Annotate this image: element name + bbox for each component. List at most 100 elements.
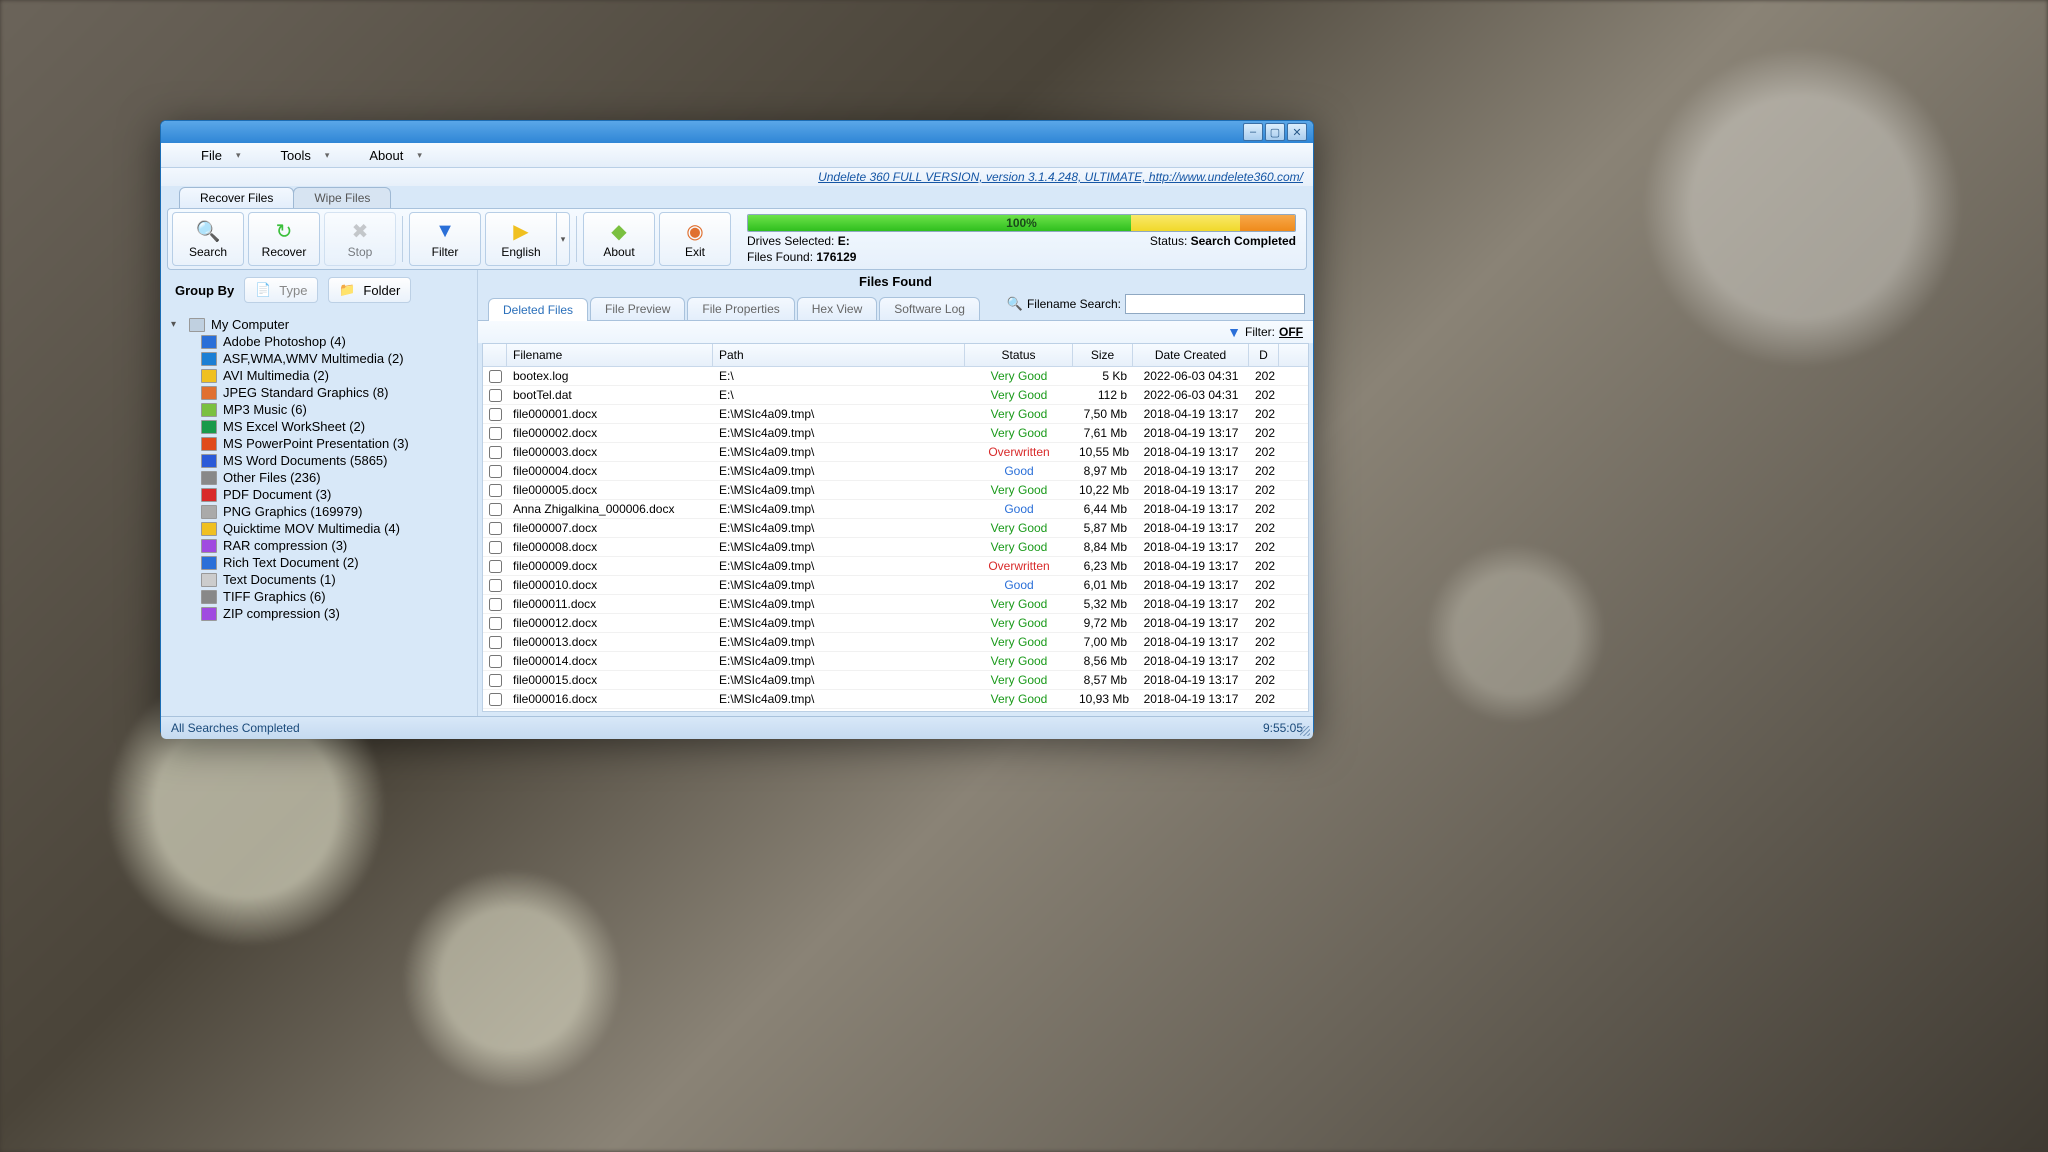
titlebar[interactable]: – ▢ ✕ — [161, 121, 1313, 143]
tree-item[interactable]: ZIP compression (3) — [201, 605, 473, 622]
cell-size: 5,87 Mb — [1073, 521, 1133, 535]
tab-hex-view[interactable]: Hex View — [797, 297, 877, 320]
cell-size: 10,55 Mb — [1073, 445, 1133, 459]
row-checkbox[interactable] — [489, 541, 502, 554]
row-checkbox[interactable] — [489, 560, 502, 573]
cell-d: 202 — [1249, 407, 1279, 421]
table-row[interactable]: file000014.docxE:\MSIc4a09.tmp\Very Good… — [483, 652, 1308, 671]
table-row[interactable]: file000016.docxE:\MSIc4a09.tmp\Very Good… — [483, 690, 1308, 709]
menu-tools[interactable]: Tools ▾ — [280, 148, 329, 163]
tab-wipe-files[interactable]: Wipe Files — [293, 187, 391, 208]
table-row[interactable]: bootTel.datE:\Very Good112 b2022-06-03 0… — [483, 386, 1308, 405]
tree-item[interactable]: TIFF Graphics (6) — [201, 588, 473, 605]
table-row[interactable]: file000015.docxE:\MSIc4a09.tmp\Very Good… — [483, 671, 1308, 690]
col-filename[interactable]: Filename — [507, 344, 713, 366]
row-checkbox[interactable] — [489, 408, 502, 421]
search-button[interactable]: 🔍 Search — [172, 212, 244, 266]
tree-item[interactable]: ASF,WMA,WMV Multimedia (2) — [201, 350, 473, 367]
group-by-folder-button[interactable]: 📁 Folder — [328, 277, 411, 303]
row-checkbox[interactable] — [489, 655, 502, 668]
chevron-down-icon: ▾ — [417, 150, 422, 161]
tab-file-preview[interactable]: File Preview — [590, 297, 685, 320]
table-row[interactable]: Anna Zhigalkina_000006.docxE:\MSIc4a09.t… — [483, 500, 1308, 519]
row-checkbox[interactable] — [489, 503, 502, 516]
row-checkbox[interactable] — [489, 370, 502, 383]
tree-item[interactable]: AVI Multimedia (2) — [201, 367, 473, 384]
tab-deleted-files[interactable]: Deleted Files — [488, 298, 588, 321]
grid-body[interactable]: bootex.logE:\Very Good5 Kb2022-06-03 04:… — [483, 367, 1308, 711]
minimize-button[interactable]: – — [1243, 123, 1263, 141]
cell-status: Very Good — [965, 407, 1073, 421]
table-row[interactable]: file000017.docxE:\MSIc4a09.tmp\Overwritt… — [483, 709, 1308, 711]
language-button[interactable]: ▶ English — [485, 212, 557, 266]
table-row[interactable]: file000011.docxE:\MSIc4a09.tmp\Very Good… — [483, 595, 1308, 614]
cell-status: Very Good — [965, 540, 1073, 554]
row-checkbox[interactable] — [489, 389, 502, 402]
row-checkbox[interactable] — [489, 617, 502, 630]
tree-item[interactable]: MS Word Documents (5865) — [201, 452, 473, 469]
menu-about[interactable]: About ▾ — [369, 148, 422, 163]
filter-toggle[interactable]: OFF — [1279, 325, 1303, 339]
tree-root[interactable]: ▾ My Computer — [171, 316, 473, 333]
table-row[interactable]: file000012.docxE:\MSIc4a09.tmp\Very Good… — [483, 614, 1308, 633]
tree-item[interactable]: Quicktime MOV Multimedia (4) — [201, 520, 473, 537]
col-checkbox[interactable] — [483, 344, 507, 366]
table-row[interactable]: file000013.docxE:\MSIc4a09.tmp\Very Good… — [483, 633, 1308, 652]
row-checkbox[interactable] — [489, 693, 502, 706]
tree-item[interactable]: MS PowerPoint Presentation (3) — [201, 435, 473, 452]
row-checkbox[interactable] — [489, 522, 502, 535]
resize-grip[interactable] — [1300, 726, 1310, 736]
row-checkbox[interactable] — [489, 598, 502, 611]
tree-item[interactable]: Text Documents (1) — [201, 571, 473, 588]
table-row[interactable]: file000009.docxE:\MSIc4a09.tmp\Overwritt… — [483, 557, 1308, 576]
tree-item[interactable]: MS Excel WorkSheet (2) — [201, 418, 473, 435]
about-button[interactable]: ◆ About — [583, 212, 655, 266]
tree-item[interactable]: JPEG Standard Graphics (8) — [201, 384, 473, 401]
row-checkbox[interactable] — [489, 579, 502, 592]
tab-recover-files[interactable]: Recover Files — [179, 187, 294, 208]
row-checkbox[interactable] — [489, 446, 502, 459]
tree-item[interactable]: PDF Document (3) — [201, 486, 473, 503]
col-path[interactable]: Path — [713, 344, 965, 366]
cell-date: 2022-06-03 04:31 — [1133, 369, 1249, 383]
row-checkbox[interactable] — [489, 427, 502, 440]
exit-button[interactable]: ◉ Exit — [659, 212, 731, 266]
table-row[interactable]: file000007.docxE:\MSIc4a09.tmp\Very Good… — [483, 519, 1308, 538]
table-row[interactable]: file000002.docxE:\MSIc4a09.tmp\Very Good… — [483, 424, 1308, 443]
col-size[interactable]: Size — [1073, 344, 1133, 366]
table-row[interactable]: file000004.docxE:\MSIc4a09.tmp\Good8,97 … — [483, 462, 1308, 481]
filename-search-input[interactable] — [1125, 294, 1305, 314]
col-date[interactable]: Date Created — [1133, 344, 1249, 366]
language-dropdown[interactable]: ▾ — [557, 212, 570, 266]
tree-item[interactable]: PNG Graphics (169979) — [201, 503, 473, 520]
menu-file[interactable]: File ▾ — [201, 148, 240, 163]
maximize-button[interactable]: ▢ — [1265, 123, 1285, 141]
tab-software-log[interactable]: Software Log — [879, 297, 980, 320]
tree-item[interactable]: Rich Text Document (2) — [201, 554, 473, 571]
row-checkbox[interactable] — [489, 465, 502, 478]
table-row[interactable]: file000003.docxE:\MSIc4a09.tmp\Overwritt… — [483, 443, 1308, 462]
table-row[interactable]: bootex.logE:\Very Good5 Kb2022-06-03 04:… — [483, 367, 1308, 386]
filter-button[interactable]: ▼ Filter — [409, 212, 481, 266]
group-by-type-button[interactable]: 📄 Type — [244, 277, 318, 303]
tree-item[interactable]: MP3 Music (6) — [201, 401, 473, 418]
tree-item[interactable]: RAR compression (3) — [201, 537, 473, 554]
row-checkbox[interactable] — [489, 674, 502, 687]
col-d[interactable]: D — [1249, 344, 1279, 366]
table-row[interactable]: file000005.docxE:\MSIc4a09.tmp\Very Good… — [483, 481, 1308, 500]
tab-file-properties[interactable]: File Properties — [687, 297, 794, 320]
row-checkbox[interactable] — [489, 484, 502, 497]
tree-item[interactable]: Adobe Photoshop (4) — [201, 333, 473, 350]
close-button[interactable]: ✕ — [1287, 123, 1307, 141]
tree-item[interactable]: Other Files (236) — [201, 469, 473, 486]
table-row[interactable]: file000010.docxE:\MSIc4a09.tmp\Good6,01 … — [483, 576, 1308, 595]
table-row[interactable]: file000008.docxE:\MSIc4a09.tmp\Very Good… — [483, 538, 1308, 557]
version-link[interactable]: Undelete 360 FULL VERSION, version 3.1.4… — [818, 170, 1303, 184]
category-tree[interactable]: ▾ My Computer Adobe Photoshop (4)ASF,WMA… — [161, 310, 477, 716]
row-checkbox[interactable] — [489, 636, 502, 649]
table-row[interactable]: file000001.docxE:\MSIc4a09.tmp\Very Good… — [483, 405, 1308, 424]
cell-path: E:\MSIc4a09.tmp\ — [713, 464, 965, 478]
chevron-down-icon: ▾ — [236, 150, 241, 161]
recover-button[interactable]: ↻ Recover — [248, 212, 320, 266]
col-status[interactable]: Status — [965, 344, 1073, 366]
